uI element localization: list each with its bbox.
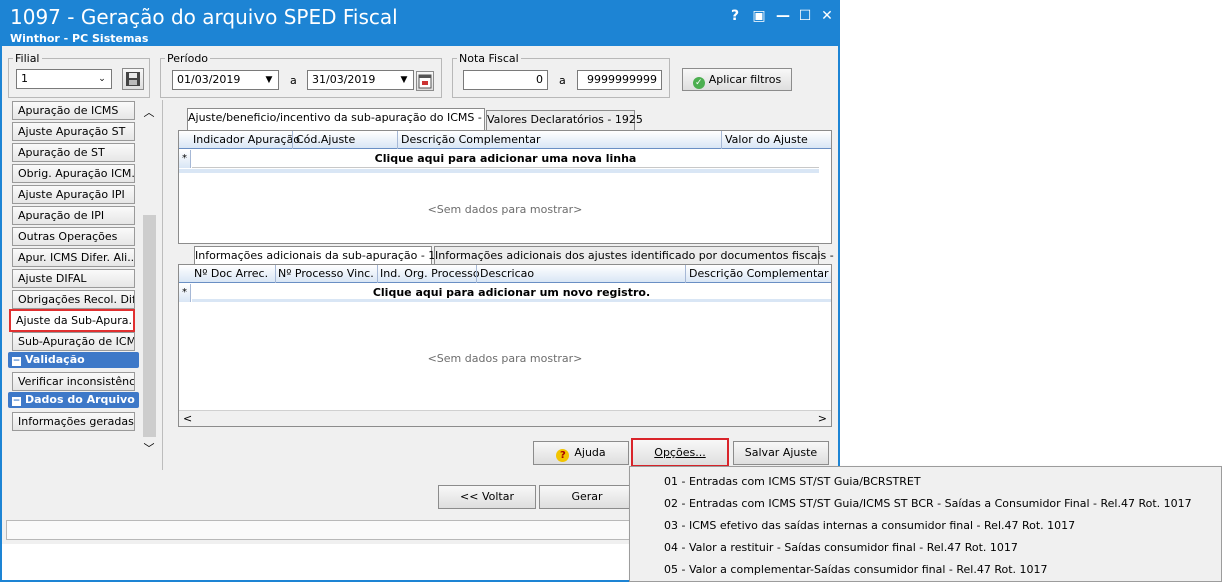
help-button[interactable]: ? Ajuda: [533, 441, 629, 465]
calendar-button[interactable]: [416, 71, 434, 91]
grid-ajustes-header: Indicador Apuração Cód.Ajuste Descrição …: [179, 131, 831, 149]
date-to-value: 31/03/2019: [312, 73, 376, 86]
date-separator: a: [290, 74, 297, 87]
nota-to-input[interactable]: 9999999999: [577, 70, 662, 90]
col-indicador-apuracao[interactable]: Indicador Apuração: [193, 133, 300, 146]
group-dados-arquivo[interactable]: − Dados do Arquivo: [8, 392, 139, 408]
generate-button[interactable]: Gerar: [539, 485, 635, 509]
save-adjustment-button[interactable]: Salvar Ajuste: [733, 441, 829, 465]
scroll-left-icon[interactable]: <: [183, 412, 192, 425]
generate-button-label: Gerar: [571, 490, 603, 503]
date-from-value: 01/03/2019: [177, 73, 241, 86]
grid-informacoes: Nº Doc Arrec. Nº Processo Vinc. Ind. Org…: [178, 264, 832, 427]
sidebar-item-informacoes-geradas[interactable]: Informações geradas: [12, 412, 135, 431]
new-row-indicator: *: [179, 150, 191, 168]
col-doc-arrec[interactable]: Nº Doc Arrec.: [194, 267, 268, 280]
dropdown-arrow-icon: ▼: [400, 75, 408, 85]
scroll-down-icon[interactable]: ﹀: [142, 440, 156, 455]
maximize-icon[interactable]: ☐: [796, 7, 814, 25]
col-cod-ajuste[interactable]: Cód.Ajuste: [296, 133, 355, 146]
date-to-input[interactable]: 31/03/2019 ▼: [307, 70, 414, 90]
periodo-legend: Período: [167, 52, 209, 65]
filial-value: 1: [21, 72, 28, 85]
sidebar-item-ajuste-sub-apuracao[interactable]: Ajuste da Sub-Apura...: [9, 309, 135, 332]
grid-ajustes-empty: <Sem dados para mostrar>: [427, 203, 583, 216]
grid-ajustes: Indicador Apuração Cód.Ajuste Descrição …: [178, 130, 832, 244]
collapse-icon: −: [12, 356, 21, 366]
tab-valores-declaratorios-1925[interactable]: Valores Declaratórios - 1925: [486, 110, 643, 130]
sidebar-item-apuracao-icms[interactable]: Apuração de ICMS: [12, 101, 135, 120]
col-descricao-complementar-2[interactable]: Descrição Complementar: [689, 267, 829, 280]
grid-informacoes-header: Nº Doc Arrec. Nº Processo Vinc. Ind. Org…: [179, 265, 831, 283]
sidebar-item-ajuste-apuracao-st[interactable]: Ajuste Apuração ST: [12, 122, 135, 141]
grid-informacoes-empty: <Sem dados para mostrar>: [427, 352, 583, 365]
window-subtitle: Winthor - PC Sistemas: [10, 32, 149, 45]
options-button-label: Opções...: [654, 446, 706, 459]
collapse-icon: −: [12, 396, 21, 406]
filial-select[interactable]: 1 ⌄: [16, 69, 112, 89]
add-new-record-row[interactable]: Clique aqui para adicionar um novo regis…: [192, 284, 831, 302]
group-validacao-label: Validação: [25, 353, 85, 366]
menu-item-03[interactable]: 03 - ICMS efetivo das saídas internas a …: [664, 519, 1075, 532]
group-validacao[interactable]: − Validação: [8, 352, 139, 368]
sidebar-item-ajuste-apuracao-ipi[interactable]: Ajuste Apuração IPI: [12, 185, 135, 204]
add-new-line-label: Clique aqui para adicionar uma nova linh…: [374, 152, 637, 165]
row-separator: [179, 169, 819, 173]
apply-filters-label: Aplicar filtros: [708, 73, 782, 86]
apply-filters-button[interactable]: ✓ Aplicar filtros: [682, 68, 792, 91]
sidebar-scrollbar-thumb[interactable]: [143, 215, 156, 437]
nota-separator: a: [559, 74, 566, 87]
tab-info-ajustes-docs-1923[interactable]: Informações adicionais dos ajustes ident…: [434, 246, 838, 266]
help-button-label: Ajuda: [574, 446, 606, 459]
add-new-record-label: Clique aqui para adicionar um novo regis…: [372, 286, 651, 299]
menu-item-04[interactable]: 04 - Valor a restituir - Saídas consumid…: [664, 541, 1018, 554]
save-filter-button[interactable]: [122, 68, 144, 90]
check-circle-icon: ✓: [692, 77, 705, 89]
col-descricao[interactable]: Descricao: [480, 267, 534, 280]
calendar-icon: [418, 74, 432, 89]
options-menu: 01 - Entradas com ICMS ST/ST Guia/BCRSTR…: [629, 466, 1222, 582]
date-from-input[interactable]: 01/03/2019 ▼: [172, 70, 279, 90]
nota-from-input[interactable]: 0: [463, 70, 548, 90]
sidebar-item-verificar-inconsistencias[interactable]: Verificar inconsistências: [12, 372, 135, 391]
help-icon[interactable]: ?: [726, 7, 744, 25]
back-button-label: << Voltar: [460, 490, 514, 503]
sidebar-item-obrig-apuracao-icms[interactable]: Obrig. Apuração ICM...: [12, 164, 135, 183]
restore-icon[interactable]: ▣: [750, 7, 768, 25]
add-new-line-row[interactable]: Clique aqui para adicionar uma nova linh…: [192, 150, 819, 168]
sidebar-item-sub-apuracao-icms[interactable]: Sub-Apuração de ICMS: [12, 332, 135, 351]
group-dados-label: Dados do Arquivo: [25, 393, 135, 406]
new-record-indicator: *: [179, 284, 191, 302]
close-icon[interactable]: ✕: [818, 7, 836, 25]
menu-item-05[interactable]: 05 - Valor a complementar-Saídas consumi…: [664, 563, 1048, 576]
menu-item-01[interactable]: 01 - Entradas com ICMS ST/ST Guia/BCRSTR…: [664, 475, 921, 488]
sidebar-item-outras-operacoes[interactable]: Outras Operações: [12, 227, 135, 246]
sidebar-item-apuracao-ipi[interactable]: Apuração de IPI: [12, 206, 135, 225]
save-adjustment-label: Salvar Ajuste: [744, 446, 818, 459]
question-icon: ?: [556, 449, 570, 462]
sidebar-item-apuracao-st[interactable]: Apuração de ST: [12, 143, 135, 162]
window-title: 1097 - Geração do arquivo SPED Fiscal: [10, 5, 398, 29]
col-descricao-complementar[interactable]: Descrição Complementar: [401, 133, 541, 146]
sidebar-item-obrigacoes-recol-difal[interactable]: Obrigações Recol. Difal: [12, 290, 135, 309]
floppy-disk-icon: [126, 72, 140, 86]
back-button[interactable]: << Voltar: [438, 485, 536, 509]
title-bar: 1097 - Geração do arquivo SPED Fiscal Wi…: [2, 0, 838, 46]
filial-legend: Filial: [15, 52, 40, 65]
dropdown-arrow-icon: ▼: [265, 75, 273, 85]
scroll-up-icon[interactable]: ︿: [142, 104, 156, 119]
horizontal-scrollbar[interactable]: < >: [179, 410, 831, 426]
sidebar-item-apur-icms-difer[interactable]: Apur. ICMS Difer. Ali...: [12, 248, 135, 267]
col-processo-vinc[interactable]: Nº Processo Vinc.: [278, 267, 374, 280]
nota-fiscal-legend: Nota Fiscal: [459, 52, 519, 65]
col-valor-ajuste[interactable]: Valor do Ajuste: [725, 133, 808, 146]
col-ind-org-processo[interactable]: Ind. Org. Processo: [380, 267, 480, 280]
sidebar-item-ajuste-difal[interactable]: Ajuste DIFAL: [12, 269, 135, 288]
menu-item-02[interactable]: 02 - Entradas com ICMS ST/ST Guia/ICMS S…: [664, 497, 1192, 510]
scroll-right-icon[interactable]: >: [818, 412, 827, 425]
minimize-icon[interactable]: —: [774, 7, 792, 25]
chevron-down-icon: ⌄: [98, 74, 106, 84]
options-button[interactable]: Opções...: [631, 438, 729, 467]
tab-ajuste-beneficio-1921[interactable]: Ajuste/beneficio/incentivo da sub-apuraç…: [187, 108, 513, 130]
